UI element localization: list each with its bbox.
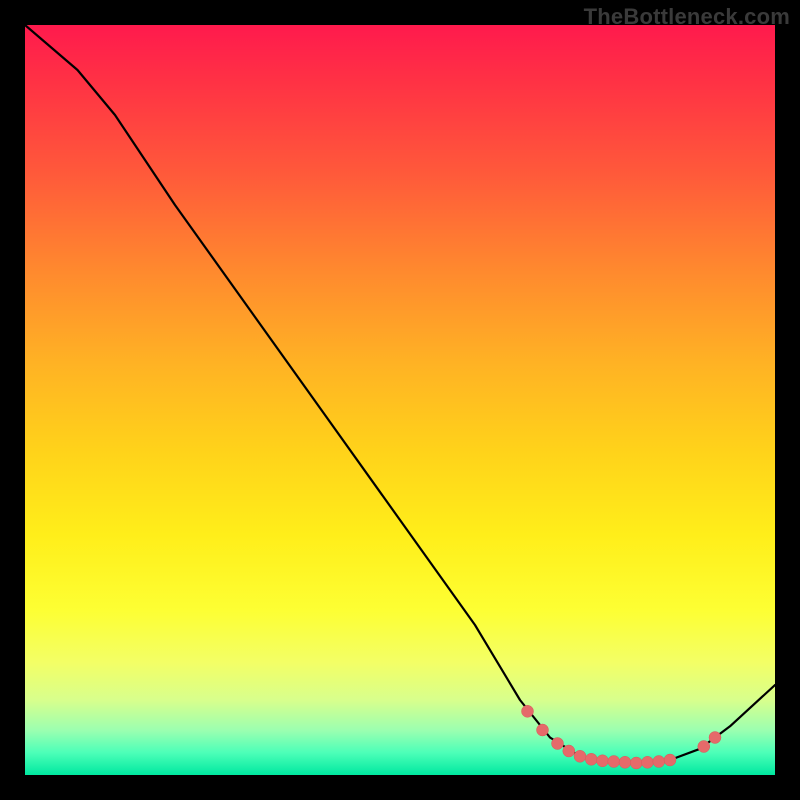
marker-point (608, 756, 620, 768)
gradient-plot-area (25, 25, 775, 775)
marker-point (642, 756, 654, 768)
marker-point (585, 753, 597, 765)
curve-markers (522, 705, 722, 769)
bottleneck-curve (25, 25, 775, 763)
marker-point (630, 757, 642, 769)
curve-svg (25, 25, 775, 775)
marker-point (537, 724, 549, 736)
marker-point (552, 738, 564, 750)
marker-point (597, 755, 609, 767)
marker-point (653, 756, 665, 768)
marker-point (574, 750, 586, 762)
marker-point (698, 741, 710, 753)
watermark-text: TheBottleneck.com (584, 4, 790, 30)
marker-point (664, 754, 676, 766)
marker-point (522, 705, 534, 717)
marker-point (709, 732, 721, 744)
marker-point (563, 745, 575, 757)
marker-point (619, 756, 631, 768)
